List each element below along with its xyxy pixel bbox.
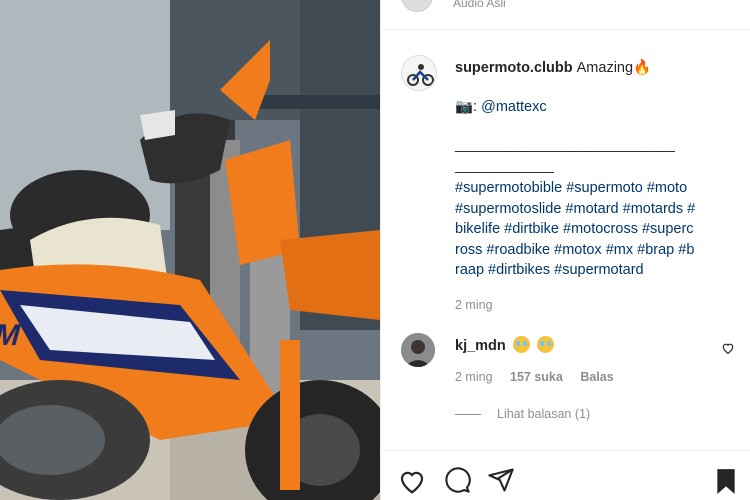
hashtag-line[interactable]: #supermotoslide #motard #motards # <box>455 199 745 220</box>
post-header: Audio Asli <box>381 0 750 30</box>
avatar-motorbike-icon <box>402 56 436 90</box>
post-media-video[interactable]: KTM <box>0 0 380 500</box>
caption-amazing: Amazing🔥 <box>576 60 652 76</box>
crying-laughing-emoji-icon <box>512 336 530 353</box>
commenter-avatar[interactable] <box>401 333 435 367</box>
hashtag-line[interactable]: raap #dirtbikes #supermotard <box>455 260 745 281</box>
caption-rule-1: _____________________________ <box>455 137 675 153</box>
comment-username[interactable]: kj_mdn <box>455 338 506 354</box>
divider-line <box>455 413 481 415</box>
comment-timestamp[interactable]: 2 ming <box>455 370 493 384</box>
avatar[interactable] <box>401 55 437 91</box>
crying-laughing-emoji-icon <box>536 336 554 353</box>
comment-item: kj_mdn 2 ming 157 suka Balas <box>401 333 741 403</box>
bookmark-icon[interactable] <box>713 466 739 496</box>
motorcycle-image: KTM <box>0 0 380 500</box>
share-icon[interactable] <box>487 466 515 494</box>
actions-divider <box>381 450 750 451</box>
heart-icon[interactable] <box>397 466 427 496</box>
avatar-person-icon <box>401 333 435 367</box>
post-username[interactable]: supermoto.clubb <box>455 60 573 76</box>
view-replies-label: Lihat balasan (1) <box>497 407 591 421</box>
caption-line-2: 📷: @mattexc <box>455 97 745 118</box>
action-bar <box>381 460 750 500</box>
view-replies-button[interactable]: Lihat balasan (1) <box>455 407 590 421</box>
header-avatar[interactable] <box>401 0 433 12</box>
comment-reply-button[interactable]: Balas <box>580 370 613 384</box>
caption-text: supermoto.clubb Amazing🔥 📷: @mattexc ____… <box>455 58 745 315</box>
post-details-panel: Audio Asli supermoto.clubb Amazing🔥 📷: @m… <box>380 0 750 500</box>
caption-line-1: supermoto.clubb Amazing🔥 <box>455 58 745 79</box>
comment-meta: 2 ming 157 suka Balas <box>455 370 628 384</box>
audio-label[interactable]: Audio Asli <box>453 0 506 10</box>
comment-likes[interactable]: 157 suka <box>510 370 563 384</box>
hashtag-line[interactable]: #supermotobible #supermoto #moto <box>455 178 745 199</box>
caption-rule-2: _____________ <box>455 157 554 174</box>
heart-icon[interactable] <box>721 341 735 355</box>
comment-icon[interactable] <box>443 466 471 494</box>
camera-prefix: 📷: <box>455 98 482 115</box>
post-timestamp[interactable]: 2 ming <box>455 295 745 316</box>
hashtag-line[interactable]: bikelife #dirtbike #motocross #superc <box>455 219 745 240</box>
comment-body: kj_mdn <box>455 336 554 354</box>
hashtag-line[interactable]: ross #roadbike #motox #mx #brap #b <box>455 240 745 261</box>
mention-link[interactable]: @mattexc <box>481 99 546 115</box>
